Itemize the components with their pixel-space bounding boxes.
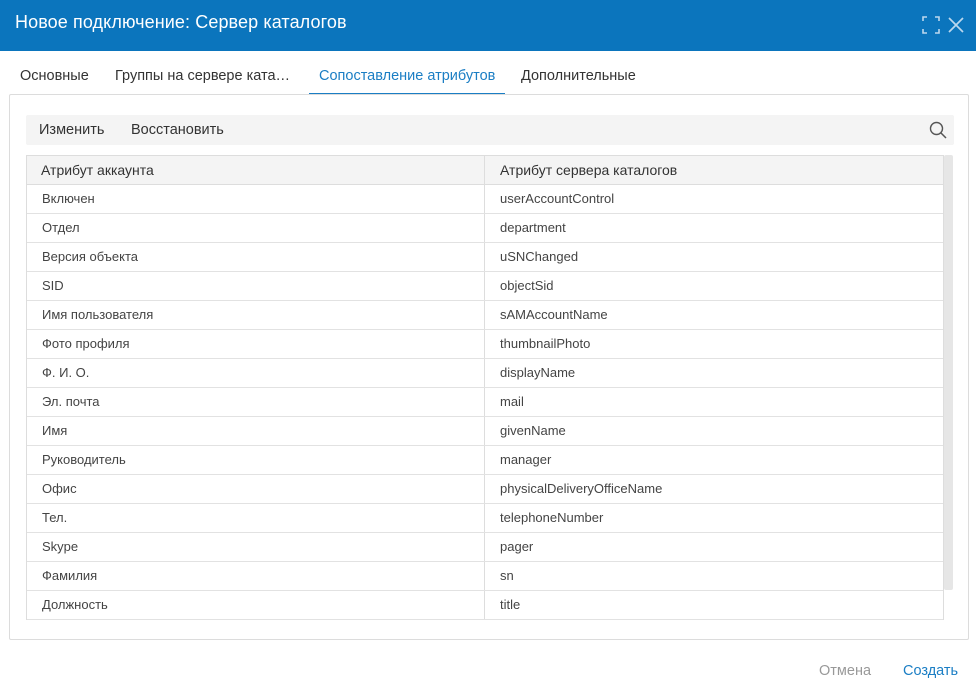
account-attribute-cell: Ф. И. О. bbox=[42, 365, 90, 380]
grid-body: Включен userAccountControl Отдел department… bbox=[27, 185, 943, 620]
table-row[interactable]: Тел. telephoneNumber bbox=[27, 504, 943, 533]
table-row[interactable]: Офис physicalDeliveryOfficeName bbox=[27, 475, 943, 504]
account-attribute-cell: Должность bbox=[42, 597, 108, 612]
table-row[interactable]: Отдел department bbox=[27, 214, 943, 243]
account-attribute-cell: SID bbox=[42, 278, 64, 293]
column-header-account-attribute[interactable]: Атрибут аккаунта bbox=[41, 156, 154, 184]
directory-attribute-cell: sAMAccountName bbox=[500, 307, 608, 322]
directory-attribute-cell: telephoneNumber bbox=[500, 510, 604, 525]
close-icon[interactable] bbox=[946, 15, 966, 35]
account-attribute-cell: Имя пользователя bbox=[42, 307, 154, 322]
table-row[interactable]: Имя пользователя sAMAccountName bbox=[27, 301, 943, 330]
account-attribute-cell: Skype bbox=[42, 539, 79, 554]
cancel-button[interactable]: Отмена bbox=[819, 663, 871, 679]
create-button[interactable]: Создать bbox=[903, 663, 958, 679]
account-attribute-cell: Тел. bbox=[42, 510, 68, 525]
tab-additional[interactable]: Дополнительные bbox=[511, 60, 646, 95]
grid-toolbar: Изменить Восстановить bbox=[26, 115, 954, 145]
directory-attribute-cell: pager bbox=[500, 539, 534, 554]
table-row[interactable]: Руководитель manager bbox=[27, 446, 943, 475]
directory-attribute-cell: mail bbox=[500, 394, 524, 409]
table-row[interactable]: Должность title bbox=[27, 591, 943, 620]
account-attribute-cell: Офис bbox=[42, 481, 77, 496]
account-attribute-cell: Включен bbox=[42, 191, 95, 206]
tab-general[interactable]: Основные bbox=[10, 60, 99, 95]
search-icon[interactable] bbox=[928, 120, 948, 140]
directory-attribute-cell: sn bbox=[500, 568, 514, 583]
restore-button[interactable]: Восстановить bbox=[131, 115, 224, 145]
tab-panel: Изменить Восстановить Атрибут аккаунта А… bbox=[9, 94, 969, 640]
table-row[interactable]: Эл. почта mail bbox=[27, 388, 943, 417]
table-row[interactable]: Включен userAccountControl bbox=[27, 185, 943, 214]
grid-scrollbar[interactable] bbox=[944, 155, 953, 590]
account-attribute-cell: Эл. почта bbox=[42, 394, 100, 409]
table-row[interactable]: Фамилия sn bbox=[27, 562, 943, 591]
attribute-grid: Атрибут аккаунта Атрибут сервера каталог… bbox=[26, 155, 944, 620]
directory-attribute-cell: physicalDeliveryOfficeName bbox=[500, 481, 663, 496]
column-header-directory-attribute[interactable]: Атрибут сервера каталогов bbox=[500, 156, 677, 184]
directory-attribute-cell: objectSid bbox=[500, 278, 554, 293]
table-row[interactable]: Skype pager bbox=[27, 533, 943, 562]
account-attribute-cell: Руководитель bbox=[42, 452, 126, 467]
directory-attribute-cell: uSNChanged bbox=[500, 249, 579, 264]
dialog-title: Новое подключение: Сервер каталогов bbox=[15, 12, 347, 32]
account-attribute-cell: Фамилия bbox=[42, 568, 98, 583]
directory-attribute-cell: manager bbox=[500, 452, 552, 467]
directory-attribute-cell: displayName bbox=[500, 365, 576, 380]
tab-directory-groups[interactable]: Группы на сервере ката… bbox=[105, 60, 300, 95]
account-attribute-cell: Имя bbox=[42, 423, 68, 438]
account-attribute-cell: Отдел bbox=[42, 220, 80, 235]
table-row[interactable]: SID objectSid bbox=[27, 272, 943, 301]
grid-header: Атрибут аккаунта Атрибут сервера каталог… bbox=[27, 156, 943, 185]
table-row[interactable]: Версия объекта uSNChanged bbox=[27, 243, 943, 272]
table-row[interactable]: Имя givenName bbox=[27, 417, 943, 446]
account-attribute-cell: Фото профиля bbox=[42, 336, 130, 351]
account-attribute-cell: Версия объекта bbox=[42, 249, 139, 264]
directory-attribute-cell: department bbox=[500, 220, 566, 235]
edit-button[interactable]: Изменить bbox=[39, 115, 104, 145]
table-row[interactable]: Фото профиля thumbnailPhoto bbox=[27, 330, 943, 359]
dialog-titlebar: Новое подключение: Сервер каталогов bbox=[0, 0, 976, 51]
directory-attribute-cell: userAccountControl bbox=[500, 191, 615, 206]
tab-attribute-mapping[interactable]: Сопоставление атрибутов bbox=[309, 60, 506, 95]
directory-attribute-cell: givenName bbox=[500, 423, 566, 438]
directory-attribute-cell: thumbnailPhoto bbox=[500, 336, 591, 351]
maximize-icon[interactable] bbox=[921, 15, 941, 35]
table-row[interactable]: Ф. И. О. displayName bbox=[27, 359, 943, 388]
directory-attribute-cell: title bbox=[500, 597, 521, 612]
